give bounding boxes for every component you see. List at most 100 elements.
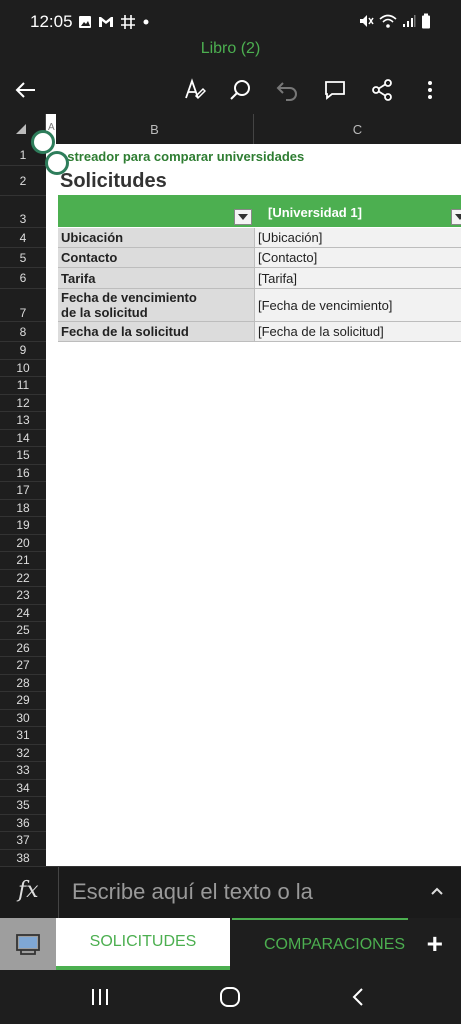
tab-solicitudes[interactable]: SOLICITUDES — [56, 918, 230, 970]
row-header[interactable]: 25 — [0, 622, 46, 640]
row-header[interactable]: 18 — [0, 500, 46, 517]
row-header[interactable]: 28 — [0, 675, 46, 692]
row-label-cell[interactable]: Ubicación — [58, 228, 254, 247]
row-header[interactable]: 10 — [0, 360, 46, 377]
row-header[interactable]: 34 — [0, 780, 46, 797]
battery-icon — [422, 13, 430, 29]
sheet-list-button[interactable] — [0, 918, 56, 970]
table-row[interactable]: Fecha de vencimiento de la solicitud [Fe… — [58, 289, 461, 322]
home-button[interactable] — [218, 985, 242, 1009]
table-header-row[interactable]: [Universidad 1] — [58, 195, 461, 227]
status-bar: 12:05 — [0, 0, 461, 44]
back-nav-button[interactable] — [346, 985, 370, 1009]
row-header[interactable]: 33 — [0, 762, 46, 780]
gallery-icon — [79, 16, 91, 28]
row-header[interactable]: 16 — [0, 465, 46, 482]
table-row[interactable]: Contacto [Contacto] — [58, 248, 461, 268]
row-header[interactable]: 7 — [0, 289, 46, 322]
row-value-cell[interactable]: [Fecha de la solicitud] — [254, 322, 461, 341]
back-button[interactable] — [10, 74, 42, 106]
row-header[interactable]: 37 — [0, 832, 46, 850]
comment-icon — [325, 81, 345, 100]
row-label-cell[interactable]: Tarifa — [58, 268, 254, 288]
selection-handle-end[interactable] — [45, 151, 69, 175]
row-label-cell[interactable]: Fecha de vencimiento de la solicitud — [58, 289, 254, 321]
row-header[interactable]: 17 — [0, 482, 46, 500]
university-header-cell[interactable]: [Universidad 1] — [268, 205, 362, 220]
share-button[interactable] — [366, 74, 398, 106]
cell-area[interactable]: astreador para comparar universidades So… — [46, 144, 461, 866]
row-label-cell[interactable]: Contacto — [58, 248, 254, 267]
notification-icons — [78, 14, 150, 30]
table-row[interactable]: Fecha de la solicitud [Fecha de la solic… — [58, 322, 461, 342]
sheet-subtitle-cell[interactable]: astreador para comparar universidades — [60, 149, 304, 164]
more-options-button[interactable] — [414, 74, 446, 106]
row-value-cell[interactable]: [Ubicación] — [254, 228, 461, 247]
row-header[interactable]: 3 — [0, 196, 46, 228]
row-header[interactable]: 9 — [0, 342, 46, 360]
pen-icon — [185, 78, 206, 100]
sheet-title-cell[interactable]: Solicitudes — [60, 170, 167, 193]
add-sheet-button[interactable]: + — [427, 928, 443, 960]
row-header[interactable]: 8 — [0, 322, 46, 342]
fx-icon[interactable]: fx — [18, 878, 39, 903]
row-header[interactable]: 15 — [0, 447, 46, 465]
comment-button[interactable] — [319, 74, 351, 106]
row-value-cell[interactable]: [Tarifa] — [254, 268, 461, 288]
row-header[interactable]: 5 — [0, 248, 46, 268]
row-header[interactable]: 20 — [0, 535, 46, 552]
row-label-cell[interactable]: Fecha de la solicitud — [58, 322, 254, 341]
row-header[interactable]: 23 — [0, 587, 46, 605]
column-header-b[interactable]: B — [56, 114, 254, 144]
tab-comparaciones[interactable]: COMPARACIONES — [232, 918, 408, 970]
row-header[interactable]: 36 — [0, 815, 46, 832]
chevron-down-icon — [238, 214, 248, 220]
back-arrow-icon — [15, 82, 35, 98]
row-header[interactable]: 38 — [0, 850, 46, 867]
row-header[interactable]: 32 — [0, 745, 46, 762]
row-value-cell[interactable]: [Contacto] — [254, 248, 461, 267]
row-header[interactable]: 27 — [0, 657, 46, 675]
undo-button[interactable] — [271, 74, 303, 106]
row-header[interactable]: 2 — [0, 166, 46, 196]
chevron-up-icon — [431, 887, 443, 895]
row-header[interactable]: 35 — [0, 797, 46, 815]
column-header-c[interactable]: C — [254, 114, 461, 144]
formula-input[interactable]: Escribe aquí el texto o la — [72, 879, 313, 905]
table-row[interactable]: Ubicación [Ubicación] — [58, 228, 461, 248]
system-icons — [358, 13, 431, 29]
toolbar — [0, 66, 461, 114]
grid-app-icon — [121, 15, 135, 29]
row-header[interactable]: 11 — [0, 377, 46, 395]
row-header[interactable]: 24 — [0, 605, 46, 622]
row-header[interactable]: 4 — [0, 228, 46, 248]
row-header[interactable]: 26 — [0, 640, 46, 657]
document-title: Libro (2) — [200, 40, 261, 57]
gmail-icon — [99, 17, 113, 27]
dot-icon — [143, 19, 149, 25]
draw-button[interactable] — [178, 74, 210, 106]
filter-dropdown-button[interactable] — [234, 209, 252, 225]
spreadsheet-grid[interactable]: A B C 1 2 3 4 5 6 7 8 9 10 11 12 13 14 1… — [0, 114, 461, 866]
system-navigation-bar — [0, 970, 461, 1024]
row-header[interactable]: 13 — [0, 412, 46, 430]
row-header[interactable]: 19 — [0, 517, 46, 535]
selection-handle-start[interactable] — [31, 130, 55, 154]
recent-apps-button[interactable] — [88, 985, 112, 1009]
expand-formula-button[interactable] — [429, 883, 445, 904]
row-header[interactable]: 12 — [0, 395, 46, 412]
row-header[interactable]: 6 — [0, 268, 46, 289]
row-header[interactable]: 30 — [0, 710, 46, 727]
chevron-down-icon — [455, 214, 461, 220]
search-button[interactable] — [224, 74, 256, 106]
row-header[interactable]: 31 — [0, 727, 46, 745]
row-header[interactable]: 22 — [0, 570, 46, 587]
signal-icon — [403, 15, 416, 27]
row-value-cell[interactable]: [Fecha de vencimiento] — [254, 289, 461, 321]
row-header[interactable]: 29 — [0, 692, 46, 710]
table-row[interactable]: Tarifa [Tarifa] — [58, 268, 461, 289]
row-header[interactable]: 14 — [0, 430, 46, 447]
wifi-icon — [379, 14, 397, 28]
filter-dropdown-button[interactable] — [451, 209, 461, 225]
row-header[interactable]: 21 — [0, 552, 46, 570]
